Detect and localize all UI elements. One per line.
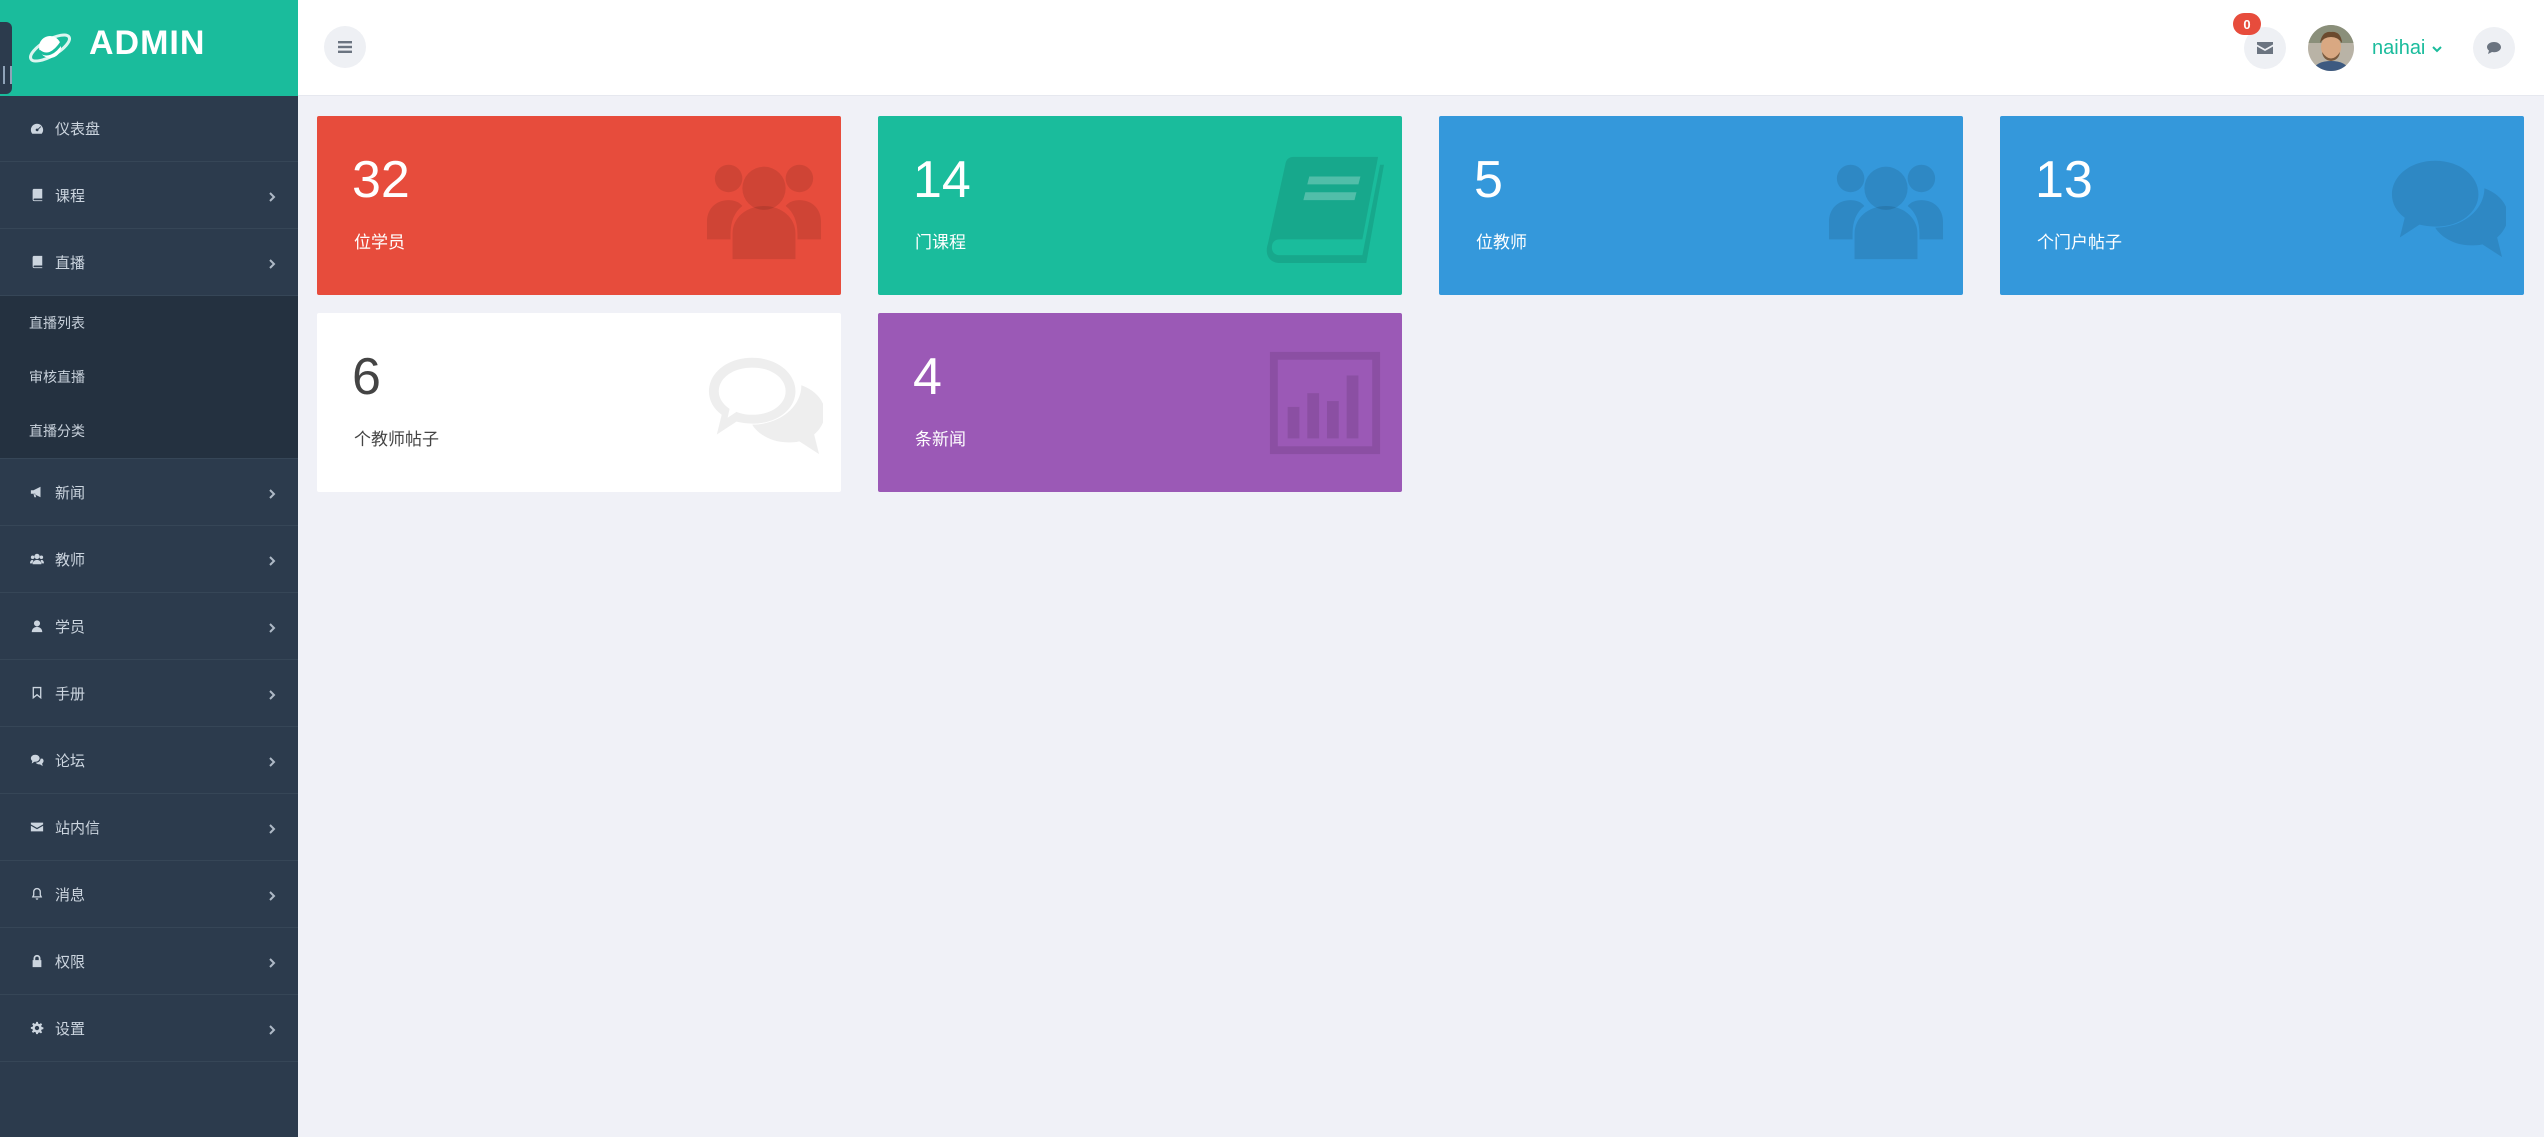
stat-value: 4 <box>913 348 942 406</box>
sidebar-item-label: 论坛 <box>55 751 86 770</box>
sidebar-item-settings[interactable]: 设置 <box>0 995 298 1062</box>
stat-label: 门课程 <box>915 233 966 253</box>
stat-value: 6 <box>352 348 381 406</box>
comments-icon <box>705 345 825 461</box>
sidebar-item-permissions[interactable]: 权限 <box>0 928 298 995</box>
book-icon <box>29 254 45 270</box>
chevron-right-icon <box>266 821 278 834</box>
chevron-right-icon <box>266 620 278 633</box>
sidebar-item-manual[interactable]: 手册 <box>0 660 298 727</box>
sidebar-item-news[interactable]: 新闻 <box>0 459 298 526</box>
menu-toggle-button[interactable] <box>324 26 366 68</box>
users-icon <box>29 551 45 567</box>
stat-label: 条新闻 <box>915 430 966 450</box>
sidebar-item-label: 学员 <box>55 617 86 636</box>
bullhorn-icon <box>29 484 45 500</box>
sidebar-item-label: 设置 <box>55 1019 86 1038</box>
stat-card-portal-posts[interactable]: 13 个门户帖子 <box>2000 116 2524 295</box>
stat-label: 个教师帖子 <box>354 430 439 450</box>
bookmark-icon <box>29 685 45 701</box>
chevron-right-icon <box>266 256 278 269</box>
stat-card-news[interactable]: 4 条新闻 <box>878 313 1402 492</box>
brand-title: ADMIN <box>89 24 206 62</box>
sidebar-item-students[interactable]: 学员 <box>0 593 298 660</box>
sidebar-item-label: 课程 <box>55 186 86 205</box>
sidebar-item-label: 消息 <box>55 885 86 904</box>
comment-icon <box>2487 42 2501 54</box>
submenu-item-live-review[interactable]: 审核直播 <box>0 350 298 404</box>
stat-label: 个门户帖子 <box>2037 233 2122 253</box>
chevron-down-icon <box>2432 45 2443 52</box>
sidebar-item-dashboard[interactable]: 仪表盘 <box>0 96 298 162</box>
book-icon <box>29 187 45 203</box>
sidebar-item-notifications[interactable]: 消息 <box>0 861 298 928</box>
book-icon <box>1266 148 1384 264</box>
chevron-right-icon <box>266 888 278 901</box>
dashboard-icon <box>29 121 45 137</box>
users-icon <box>705 148 823 264</box>
avatar[interactable] <box>2308 25 2354 71</box>
chevron-right-icon <box>266 754 278 767</box>
chevron-right-icon <box>266 687 278 700</box>
stat-card-courses[interactable]: 14 门课程 <box>878 116 1402 295</box>
user-menu-toggle[interactable]: naihai <box>2372 37 2443 60</box>
stat-card-teachers[interactable]: 5 位教师 <box>1439 116 1963 295</box>
bell-icon <box>29 886 45 902</box>
sidebar-drag-handle[interactable] <box>0 22 12 94</box>
stat-value: 5 <box>1474 151 1503 209</box>
lock-icon <box>29 953 45 969</box>
sidebar-item-label: 教师 <box>55 550 86 569</box>
stat-value: 32 <box>352 151 410 209</box>
chat-button[interactable] <box>2473 27 2515 69</box>
gear-icon <box>29 1020 45 1036</box>
users-icon <box>1827 148 1945 264</box>
submenu-item-live-list[interactable]: 直播列表 <box>0 296 298 350</box>
chevron-right-icon <box>266 486 278 499</box>
sidebar-item-label: 仪表盘 <box>55 120 101 138</box>
planet-logo-icon <box>29 33 71 63</box>
sidebar-item-courses[interactable]: 课程 <box>0 162 298 229</box>
brand-header: ADMIN <box>0 0 298 96</box>
envelope-icon <box>29 819 45 835</box>
sidebar-item-label: 新闻 <box>55 483 86 502</box>
chevron-right-icon <box>266 955 278 968</box>
envelope-icon <box>2257 42 2273 54</box>
comments-icon <box>2388 148 2508 264</box>
sidebar-item-label: 站内信 <box>55 818 101 837</box>
user-icon <box>29 618 45 634</box>
stat-value: 13 <box>2035 151 2093 209</box>
stat-label: 位学员 <box>354 233 405 253</box>
comments-icon <box>29 752 45 768</box>
chevron-right-icon <box>266 553 278 566</box>
sidebar: ADMIN 仪表盘 课程 直播 直播列表 审核直播 直播分类 新闻 教师 学员 … <box>0 0 298 1137</box>
stat-value: 14 <box>913 151 971 209</box>
top-header: 0 naihai <box>298 0 2544 96</box>
user-name-label: naihai <box>2372 37 2426 59</box>
sidebar-item-label: 手册 <box>55 684 86 703</box>
sidebar-item-inbox[interactable]: 站内信 <box>0 794 298 861</box>
sidebar-item-forum[interactable]: 论坛 <box>0 727 298 794</box>
submenu-item-live-category[interactable]: 直播分类 <box>0 404 298 458</box>
sidebar-item-live[interactable]: 直播 <box>0 229 298 296</box>
mail-count-badge: 0 <box>2233 13 2261 35</box>
stat-card-teacher-posts[interactable]: 6 个教师帖子 <box>317 313 841 492</box>
sidebar-item-label: 直播 <box>55 253 86 272</box>
stat-card-students[interactable]: 32 位学员 <box>317 116 841 295</box>
chevron-right-icon <box>266 1022 278 1035</box>
hamburger-icon <box>338 41 352 53</box>
sidebar-item-label: 权限 <box>55 952 86 971</box>
stat-label: 位教师 <box>1476 233 1527 253</box>
bar-chart-icon <box>1266 345 1384 461</box>
sidebar-item-teachers[interactable]: 教师 <box>0 526 298 593</box>
submenu-live: 直播列表 审核直播 直播分类 <box>0 296 298 459</box>
chevron-right-icon <box>266 189 278 202</box>
